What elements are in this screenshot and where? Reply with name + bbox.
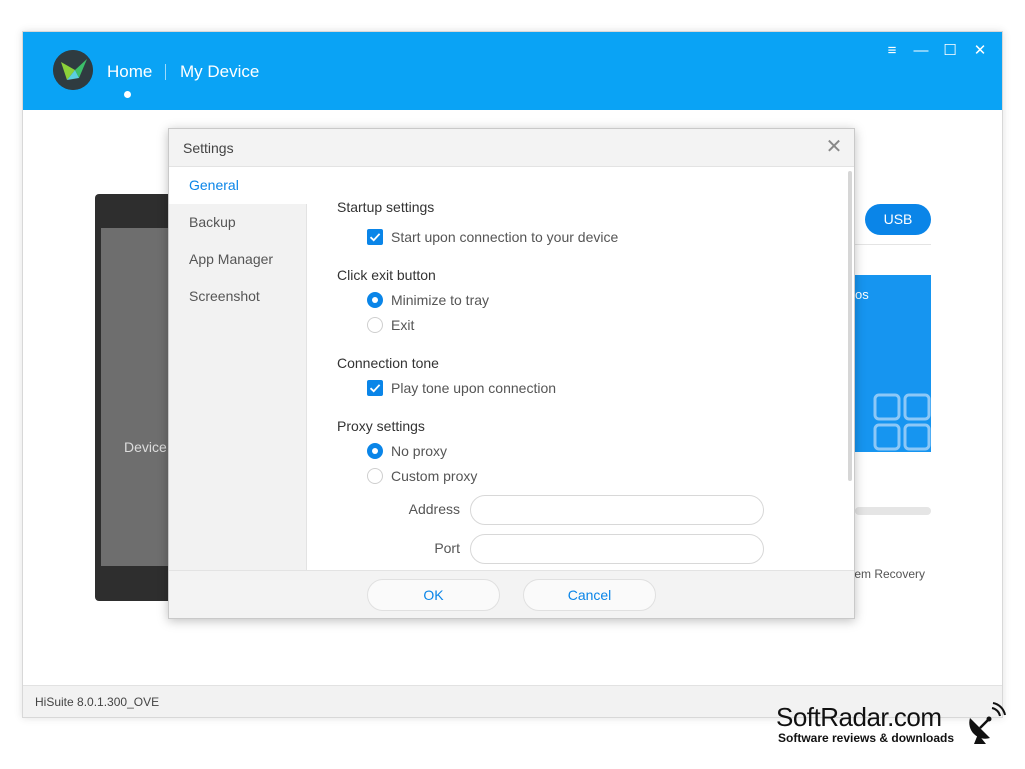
custom-proxy-radio[interactable]: [367, 468, 383, 484]
maximize-icon[interactable]: ☐: [941, 42, 959, 60]
startup-settings-heading: Startup settings: [337, 199, 435, 215]
settings-sidebar: General Backup App Manager Screenshot: [169, 167, 308, 570]
usb-button[interactable]: USB: [865, 204, 931, 235]
start-on-connect-label: Start upon connection to your device: [391, 229, 619, 245]
nav-active-indicator: [124, 91, 131, 98]
cancel-button[interactable]: Cancel: [523, 579, 656, 611]
divider: [855, 244, 931, 245]
version-text: HiSuite 8.0.1.300_OVE: [35, 695, 160, 709]
settings-dialog: Settings ✕ General Backup App Manager Sc…: [168, 128, 855, 619]
custom-proxy-label: Custom proxy: [391, 468, 478, 484]
app-header: Home My Device ≡ — ☐ ✕: [23, 32, 1002, 110]
feature-tile[interactable]: os: [855, 275, 931, 452]
sidebar-item-backup[interactable]: Backup: [169, 204, 307, 241]
apps-grid-icon: [873, 393, 931, 451]
hisuite-logo-icon: [53, 50, 93, 90]
start-on-connect-checkbox[interactable]: [367, 229, 383, 245]
play-tone-checkbox[interactable]: [367, 380, 383, 396]
close-icon[interactable]: ✕: [971, 42, 989, 60]
connection-tone-heading: Connection tone: [337, 355, 439, 371]
play-tone-label: Play tone upon connection: [391, 380, 557, 396]
minimize-to-tray-label: Minimize to tray: [391, 292, 490, 308]
port-label: Port: [434, 540, 460, 556]
device-preview: [95, 194, 175, 601]
exit-radio[interactable]: [367, 317, 383, 333]
watermark-subtitle: Software reviews & downloads: [778, 731, 955, 745]
dialog-titlebar: Settings ✕: [169, 129, 854, 167]
dialog-footer: OK Cancel: [169, 570, 854, 618]
minimize-icon[interactable]: —: [912, 42, 930, 60]
nav-home[interactable]: Home: [107, 62, 152, 82]
exit-button-heading: Click exit button: [337, 267, 436, 283]
sidebar-item-app-manager[interactable]: App Manager: [169, 241, 307, 278]
device-label: Device: [124, 439, 167, 455]
minimize-to-tray-radio[interactable]: [367, 292, 383, 308]
settings-scrollbar[interactable]: [848, 171, 852, 481]
nav-my-device[interactable]: My Device: [180, 62, 259, 82]
watermark-title: SoftRadar.com: [776, 702, 942, 732]
port-field[interactable]: [470, 534, 764, 564]
sidebar-item-general[interactable]: General: [169, 167, 308, 204]
feature-tile-text: os: [855, 287, 869, 302]
dialog-title: Settings: [183, 140, 234, 156]
device-screen: [101, 228, 175, 566]
no-proxy-label: No proxy: [391, 443, 448, 459]
exit-label: Exit: [391, 317, 415, 333]
proxy-settings-heading: Proxy settings: [337, 418, 425, 434]
nav-separator: [165, 64, 166, 80]
satellite-dish-icon: [966, 702, 1006, 746]
menu-icon[interactable]: ≡: [883, 42, 901, 60]
softradar-watermark: SoftRadar.com Software reviews & downloa…: [776, 702, 1016, 750]
storage-bar: [855, 507, 931, 515]
ok-button[interactable]: OK: [367, 579, 500, 611]
address-field[interactable]: [470, 495, 764, 525]
settings-content: Startup settings Start upon connection t…: [308, 167, 847, 570]
sidebar-item-screenshot[interactable]: Screenshot: [169, 278, 307, 315]
system-recovery-link[interactable]: tem Recovery: [851, 567, 925, 581]
no-proxy-radio[interactable]: [367, 443, 383, 459]
screen: Home My Device ≡ — ☐ ✕ Device USB os tem…: [0, 0, 1025, 769]
address-label: Address: [408, 501, 460, 517]
dialog-close-icon[interactable]: ✕: [824, 137, 844, 157]
